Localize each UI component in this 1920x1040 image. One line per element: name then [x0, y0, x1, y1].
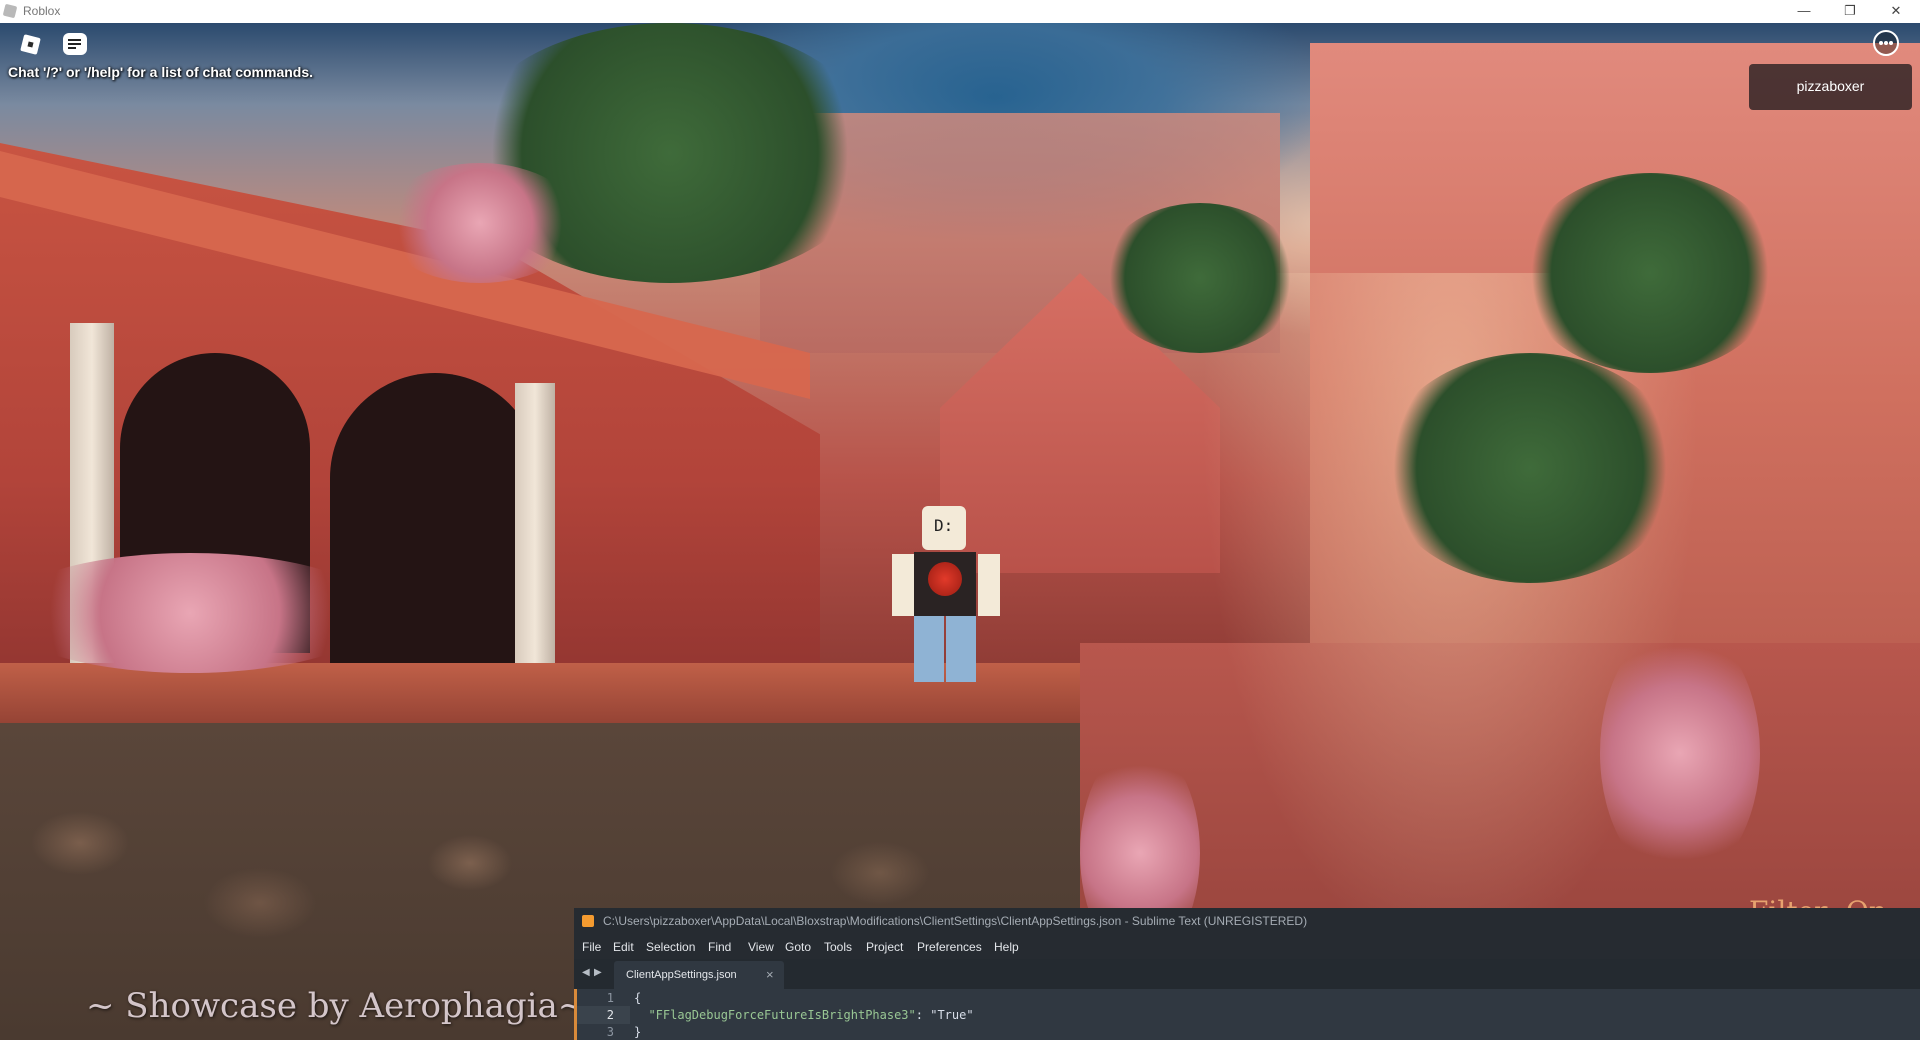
sublime-menubar: File Edit Selection Find View Goto Tools…: [574, 933, 1920, 959]
menu-goto[interactable]: Goto: [785, 940, 811, 954]
menu-tools[interactable]: Tools: [824, 940, 852, 954]
roses: [0, 553, 380, 673]
line-number: 2: [606, 1008, 614, 1022]
player-avatar: D:: [892, 506, 1002, 706]
restore-button[interactable]: ❐: [1827, 0, 1873, 23]
tab-clientappsettings[interactable]: ClientAppSettings.json ×: [614, 961, 784, 989]
close-button[interactable]: ✕: [1873, 0, 1919, 23]
tab-label: ClientAppSettings.json: [626, 969, 737, 981]
avatar-right-arm: [978, 554, 1000, 616]
window-titlebar: Roblox — ❐ ✕: [0, 0, 1920, 24]
avatar-left-arm: [892, 554, 914, 616]
column: [515, 383, 555, 683]
sublime-tabbar: ◀ ▶ ClientAppSettings.json ×: [574, 959, 1920, 989]
avatar-face: D:: [934, 516, 954, 535]
json-value: "True": [930, 1008, 974, 1022]
more-options-icon[interactable]: [1873, 30, 1899, 56]
foliage: [1100, 203, 1300, 353]
player-list[interactable]: pizzaboxer: [1749, 64, 1912, 110]
line-gutter: 1 2 3: [574, 989, 628, 1040]
menu-view[interactable]: View: [748, 940, 774, 954]
menu-help[interactable]: Help: [994, 940, 1019, 954]
json-separator: :: [915, 1008, 931, 1022]
roblox-app-icon: [2, 3, 18, 19]
roblox-menu-icon[interactable]: [19, 33, 43, 57]
nav-forward-icon[interactable]: ▶: [594, 967, 602, 978]
foliage: [1380, 353, 1680, 583]
code-text: {: [634, 991, 642, 1005]
nav-back-icon[interactable]: ◀: [582, 967, 590, 978]
menu-preferences[interactable]: Preferences: [917, 940, 982, 954]
tab-close-icon[interactable]: ×: [766, 967, 774, 982]
avatar-head: D:: [922, 506, 966, 550]
showcase-watermark: ~ Showcase by Aerophagia~: [86, 986, 587, 1026]
chat-hint: Chat '/?' or '/help' for a list of chat …: [8, 64, 314, 80]
code-line: }: [634, 1025, 641, 1039]
menu-selection[interactable]: Selection: [646, 940, 695, 954]
modified-marker: [574, 989, 577, 1040]
sublime-text-window[interactable]: C:\Users\pizzaboxer\AppData\Local\Bloxst…: [574, 908, 1920, 1040]
json-key: "FFlagDebugForceFutureIsBrightPhase3": [634, 1008, 916, 1022]
window-title: Roblox: [23, 4, 61, 18]
line-number: 3: [606, 1025, 614, 1039]
roses: [380, 163, 580, 283]
menu-file[interactable]: File: [582, 940, 601, 954]
chat-icon[interactable]: [63, 33, 87, 55]
menu-edit[interactable]: Edit: [613, 940, 634, 954]
code-editor[interactable]: 1 2 3 { "FFlagDebugForceFutureIsBrightPh…: [574, 989, 1920, 1040]
game-viewport[interactable]: D: ~ Showcase by Aerophagia~ Filter: On: [0, 23, 1920, 1040]
code-line: "FFlagDebugForceFutureIsBrightPhase3": "…: [634, 1008, 974, 1022]
roses: [1600, 623, 1760, 883]
code-line: {: [634, 991, 641, 1005]
avatar-right-leg: [946, 616, 976, 682]
minimize-button[interactable]: —: [1781, 0, 1827, 23]
avatar-torso: [914, 552, 976, 616]
sublime-titlebar: C:\Users\pizzaboxer\AppData\Local\Bloxst…: [574, 908, 1920, 933]
line-number: 1: [606, 991, 614, 1005]
code-text: }: [634, 1025, 642, 1039]
menu-project[interactable]: Project: [866, 940, 903, 954]
sublime-title: C:\Users\pizzaboxer\AppData\Local\Bloxst…: [603, 914, 1308, 928]
menu-find[interactable]: Find: [708, 940, 731, 954]
shirt-logo-icon: [928, 562, 962, 596]
avatar-left-leg: [914, 616, 944, 682]
foliage: [1520, 173, 1780, 373]
sublime-app-icon: [582, 915, 594, 927]
player-name[interactable]: pizzaboxer: [1749, 78, 1912, 94]
